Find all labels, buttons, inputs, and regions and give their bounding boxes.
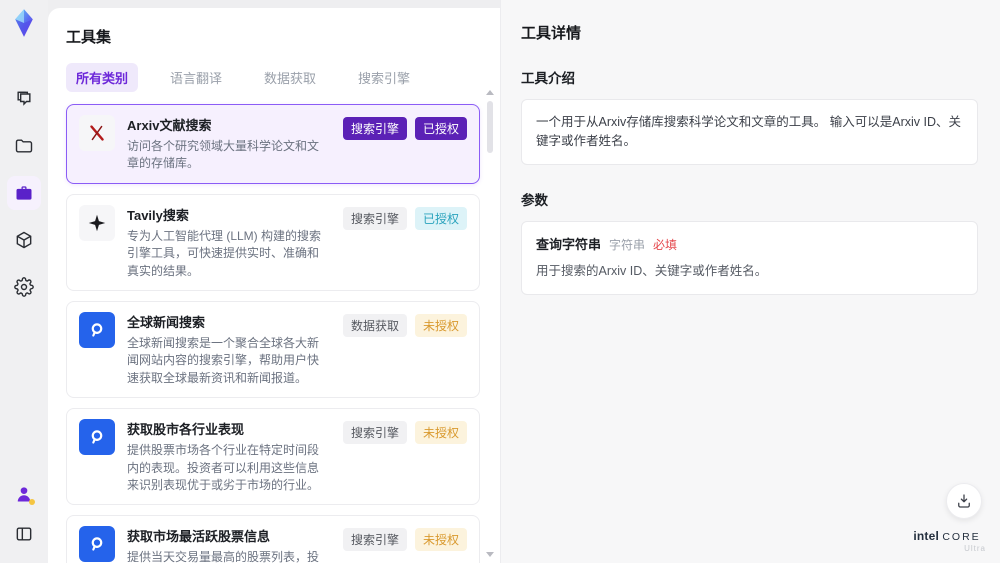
tool-details-panel: 工具详情 工具介绍 一个用于从Arxiv存储库搜索科学论文和文章的工具。 输入可… [500,0,1000,563]
news-search-icon [79,419,115,456]
category-badge: 搜索引擎 [342,421,407,445]
intel-sub-text: Ultra [964,544,986,553]
news-search-icon [79,311,115,348]
param-name: 查询字符串 [536,236,602,252]
download-icon [958,494,970,508]
param-required-badge: 必填 [653,237,678,252]
category-badge: 数据获取 [342,313,407,337]
auth-badge: 未授权 [414,313,467,337]
auth-badge: 已授权 [414,117,467,140]
sidebar-item-chat[interactable] [7,82,41,116]
tool-description: 全球新闻搜索是一个聚合全球各大新闻网站内容的搜索引擎，帮助用户快速获取全球最新资… [127,335,320,385]
sidebar-item-models[interactable] [7,223,41,257]
panel-toggle-icon [16,527,32,541]
tool-name: Arxiv文献搜索 [127,118,212,133]
tool-name: 获取股市各行业表现 [127,422,245,438]
gear-icon [14,277,34,297]
tool-name: 获取市场最活跃股票信息 [127,529,271,545]
tool-list-panel: 工具集 所有类别 语言翻译 数据获取 搜索引擎 Arxiv文献搜索 访问各个研究… [48,8,500,563]
sidebar-bottom [7,477,41,563]
download-button[interactable] [946,483,982,519]
param-box: 查询字符串 字符串 必填 用于搜索的Arxiv ID、关键字或作者姓名。 [521,220,978,295]
tool-card-tavily[interactable]: Tavily搜索 专为人工智能代理 (LLM) 构建的搜索引擎工具，可快速提供实… [66,193,480,291]
intro-heading: 工具介绍 [521,71,575,86]
tab-data-acquisition[interactable]: 数据获取 [254,63,326,92]
app-logo-icon [9,8,39,38]
folder-icon [15,139,33,153]
scroll-down-arrow[interactable] [486,552,494,557]
intel-core-badge: intel CORE Ultra [908,529,986,553]
param-description: 用于搜索的Arxiv ID、关键字或作者姓名。 [536,264,768,278]
intel-logo-text: intel [913,529,939,543]
page-title: 工具集 [66,29,112,46]
tool-description: 访问各个研究领域大量科学论文和文章的存储库。 [127,139,320,171]
tool-intro-box: 一个用于从Arxiv存储库搜索科学论文和文章的工具。 输入可以是Arxiv ID… [521,99,978,165]
sidebar-item-files[interactable] [7,129,41,163]
briefcase-icon [16,186,32,200]
tool-card-active-stocks[interactable]: 获取市场最活跃股票信息 提供当天交易量最高的股票列表，投资者可以利用这些信息来识… [66,515,480,563]
cube-icon [16,231,32,249]
auth-badge: 已授权 [414,206,467,230]
sidebar-nav [7,82,41,304]
param-type: 字符串 [609,237,646,252]
tavily-icon [79,204,115,241]
core-logo-text: CORE [942,531,981,543]
tab-search-engine[interactable]: 搜索引擎 [348,63,420,92]
scrollbar-thumb[interactable] [487,101,493,153]
category-tabs: 所有类别 语言翻译 数据获取 搜索引擎 [66,63,480,92]
user-profile-button[interactable] [7,477,41,511]
tool-description: 提供当天交易量最高的股票列表，投资者可以利用这些信息来识别流动性强的股票和潜在的… [127,550,320,563]
list-scrollbar[interactable] [485,90,495,557]
tool-name: 全球新闻搜索 [127,314,206,330]
tool-description: 提供股票市场各个行业在特定时间段内的表现。投资者可以利用这些信息来识别表现优于或… [127,443,320,492]
tool-card-global-news[interactable]: 全球新闻搜索 全球新闻搜索是一个聚合全球各大新闻网站内容的搜索引擎，帮助用户快速… [66,300,480,399]
collapse-sidebar-button[interactable] [7,517,41,551]
sidebar [0,0,48,563]
chat-icon [17,91,31,106]
tool-card-arxiv[interactable]: Arxiv文献搜索 访问各个研究领域大量科学论文和文章的存储库。 搜索引擎 已授… [66,104,480,184]
tool-name: Tavily搜索 [127,207,189,223]
sidebar-item-settings[interactable] [7,270,41,304]
news-search-icon [79,526,115,563]
auth-badge: 未授权 [414,421,467,445]
tab-language-translation[interactable]: 语言翻译 [160,63,232,92]
tool-card-sector-performance[interactable]: 获取股市各行业表现 提供股票市场各个行业在特定时间段内的表现。投资者可以利用这些… [66,408,480,506]
sidebar-item-tools[interactable] [7,176,41,210]
category-badge: 搜索引擎 [342,206,407,230]
arxiv-icon [79,115,115,151]
category-badge: 搜索引擎 [342,117,407,140]
user-status-dot [29,499,35,505]
category-badge: 搜索引擎 [342,528,407,552]
auth-badge: 未授权 [414,528,467,552]
tool-list: Arxiv文献搜索 访问各个研究领域大量科学论文和文章的存储库。 搜索引擎 已授… [66,104,480,563]
tab-all-categories[interactable]: 所有类别 [66,63,139,92]
scroll-up-arrow[interactable] [486,90,494,95]
params-heading: 参数 [521,192,548,208]
tool-description: 专为人工智能代理 (LLM) 构建的搜索引擎工具，可快速提供实时、准确和真实的结… [127,228,322,278]
details-title: 工具详情 [521,25,582,42]
